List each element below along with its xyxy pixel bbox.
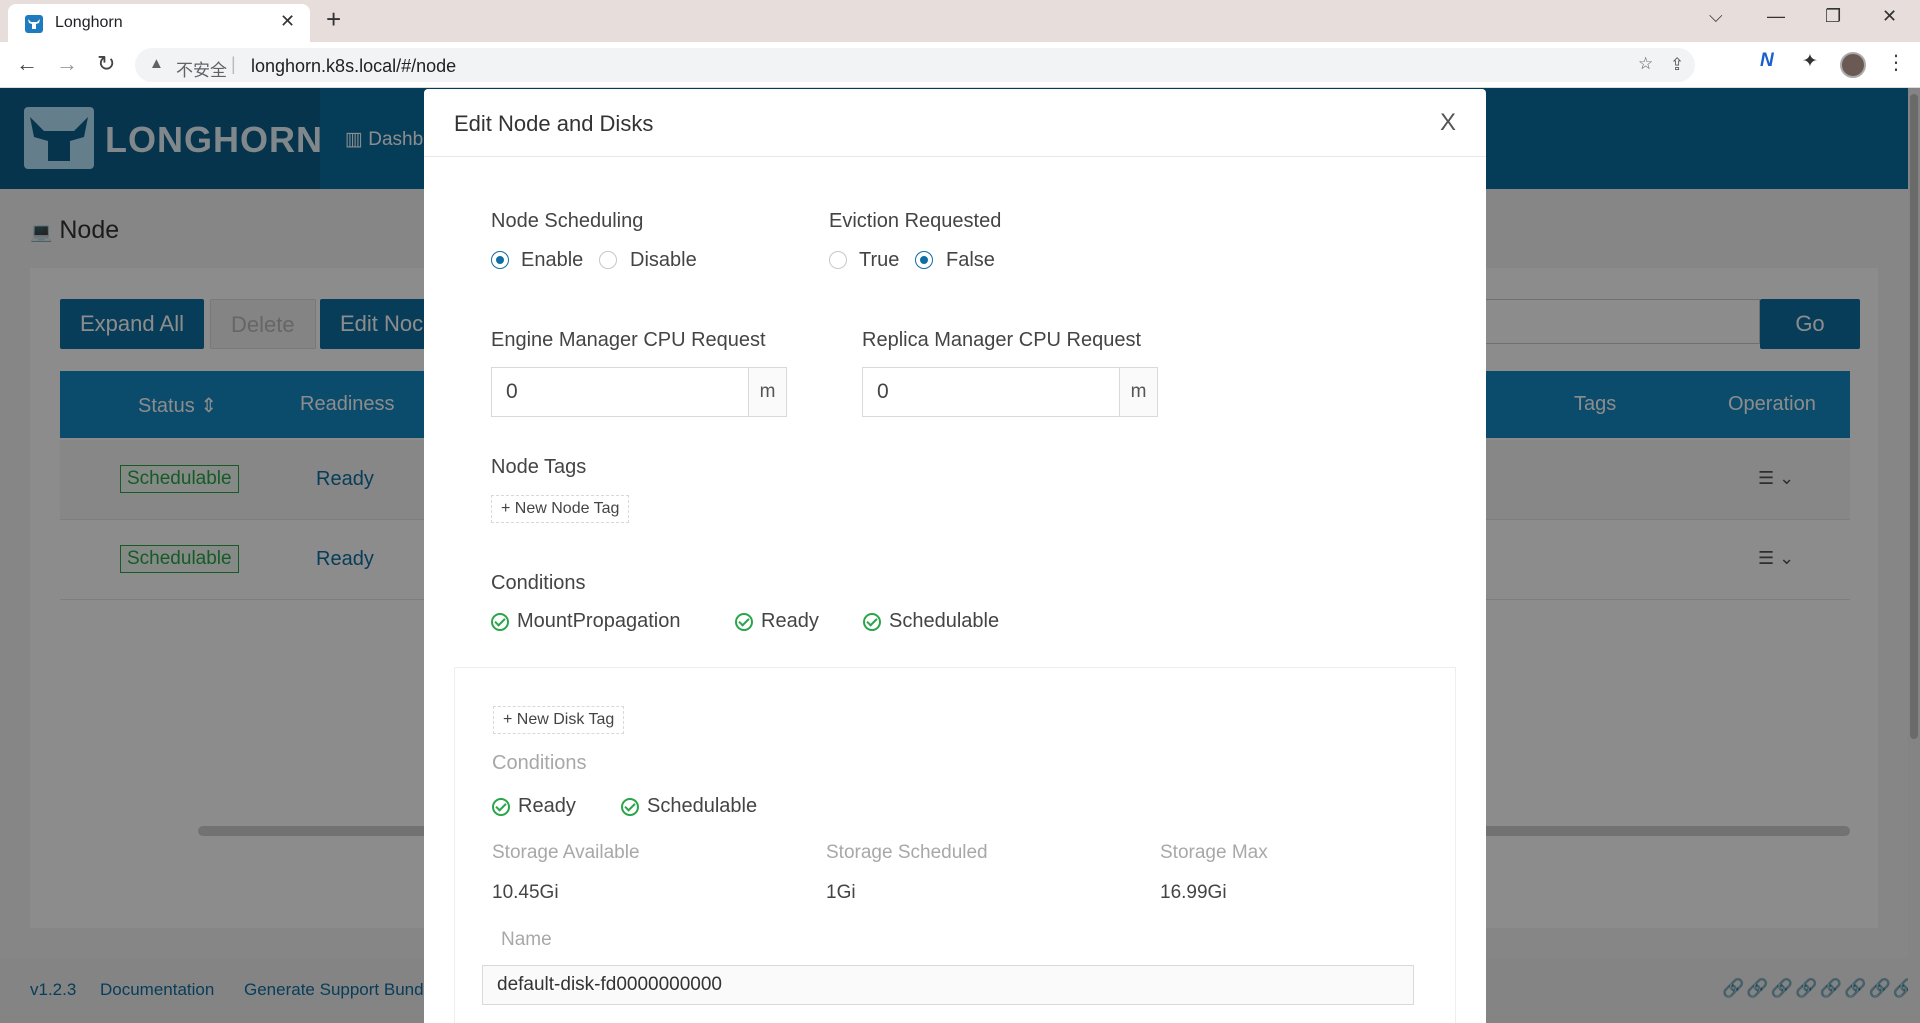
tab-title: Longhorn xyxy=(55,14,123,31)
modal-header: Edit Node and Disks X xyxy=(424,89,1486,157)
node-scheduling-label: Node Scheduling xyxy=(491,210,644,232)
omnibox-divider: | xyxy=(231,54,236,74)
restore-icon[interactable]: ❐ xyxy=(1825,6,1841,27)
reload-icon[interactable]: ↻ xyxy=(97,51,115,77)
close-icon[interactable]: X xyxy=(1440,109,1456,137)
insecure-label: 不安全 xyxy=(176,61,227,80)
longhorn-favicon-icon xyxy=(25,15,43,33)
replica-cpu-input[interactable]: 0 xyxy=(862,367,1120,417)
edit-node-modal: Edit Node and Disks X Node Scheduling En… xyxy=(424,89,1486,1023)
radio-enable-label[interactable]: Enable xyxy=(521,249,583,272)
radio-true[interactable] xyxy=(829,251,847,269)
browser-tab[interactable]: Longhorn ✕ xyxy=(8,4,310,42)
radio-enable[interactable] xyxy=(491,251,509,269)
check-circle-icon xyxy=(863,613,881,631)
new-disk-tag-button[interactable]: + New Disk Tag xyxy=(493,706,625,734)
check-circle-icon xyxy=(492,798,510,816)
disk-conditions-label: Conditions xyxy=(492,752,587,774)
radio-false-label[interactable]: False xyxy=(946,249,995,272)
forward-arrow-icon[interactable]: → xyxy=(56,51,78,77)
warning-triangle-icon: ▲ xyxy=(149,55,164,72)
eviction-requested-label: Eviction Requested xyxy=(829,210,1002,232)
disk-name-input[interactable]: default-disk-fd0000000000 xyxy=(482,965,1414,1005)
replica-cpu-unit: m xyxy=(1120,367,1158,417)
check-circle-icon xyxy=(491,613,509,631)
extension-n-icon[interactable]: N xyxy=(1760,50,1774,72)
node-tags-label: Node Tags xyxy=(491,456,587,478)
replica-cpu-label: Replica Manager CPU Request xyxy=(862,329,1142,351)
radio-true-label[interactable]: True xyxy=(859,249,899,272)
new-node-tag-button[interactable]: + New Node Tag xyxy=(491,495,630,523)
condition-mount-propagation: MountPropagation xyxy=(517,610,681,632)
engine-cpu-unit: m xyxy=(749,367,787,417)
engine-cpu-label: Engine Manager CPU Request xyxy=(491,329,766,351)
radio-false[interactable] xyxy=(915,251,933,269)
url-text[interactable]: longhorn.k8s.local/#/node xyxy=(251,56,456,77)
condition-ready: Ready xyxy=(761,610,819,632)
check-circle-icon xyxy=(735,613,753,631)
tab-close-icon[interactable]: ✕ xyxy=(280,11,295,32)
disk-name-label: Name xyxy=(501,929,552,950)
storage-scheduled-label: Storage Scheduled xyxy=(826,842,988,863)
back-arrow-icon[interactable]: ← xyxy=(16,51,38,77)
minimize-icon[interactable]: — xyxy=(1767,6,1785,27)
radio-disable-label[interactable]: Disable xyxy=(630,249,697,272)
storage-scheduled-value: 1Gi xyxy=(826,882,856,903)
bookmark-star-icon[interactable]: ☆ xyxy=(1638,54,1653,74)
storage-max-label: Storage Max xyxy=(1160,842,1268,863)
storage-max-value: 16.99Gi xyxy=(1160,882,1227,903)
browser-tab-strip: Longhorn ✕ + ⌵ — ❐ ✕ xyxy=(0,0,1920,42)
storage-available-label: Storage Available xyxy=(492,842,640,863)
condition-schedulable: Schedulable xyxy=(889,610,1000,632)
address-bar: ← → ↻ ▲ 不安全 | longhorn.k8s.local/#/node … xyxy=(0,42,1920,88)
new-tab-button[interactable]: + xyxy=(326,4,341,35)
window-close-icon[interactable]: ✕ xyxy=(1882,6,1897,27)
check-circle-icon xyxy=(621,798,639,816)
share-icon[interactable]: ⇪ xyxy=(1670,55,1684,75)
modal-title: Edit Node and Disks xyxy=(454,111,654,136)
tab-search-chevron-icon[interactable]: ⌵ xyxy=(1709,6,1723,27)
disk-condition-ready: Ready xyxy=(518,795,576,817)
storage-available-value: 10.45Gi xyxy=(492,882,559,903)
radio-disable[interactable] xyxy=(599,251,617,269)
browser-menu-icon[interactable]: ⋮ xyxy=(1886,50,1906,75)
puzzle-extensions-icon[interactable]: ✦ xyxy=(1802,50,1818,73)
conditions-label: Conditions xyxy=(491,572,586,594)
profile-avatar[interactable] xyxy=(1840,52,1866,78)
engine-cpu-input[interactable]: 0 xyxy=(491,367,749,417)
disk-condition-schedulable: Schedulable xyxy=(647,795,758,817)
url-omnibox[interactable]: ▲ 不安全 | longhorn.k8s.local/#/node ⇪ ☆ xyxy=(135,48,1695,82)
